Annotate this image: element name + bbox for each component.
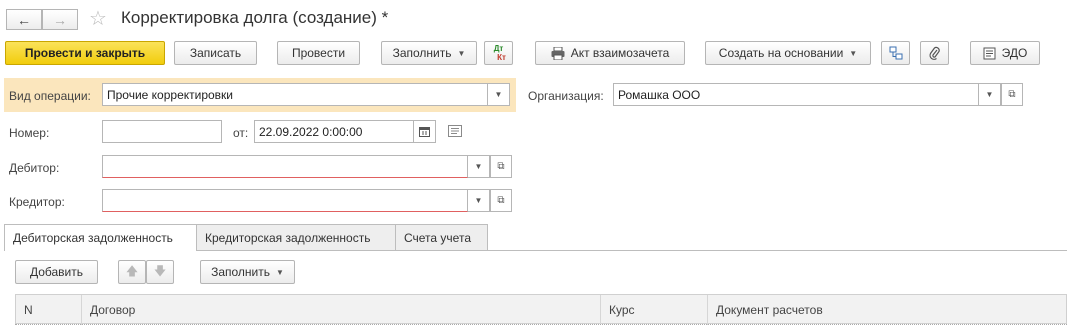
debtor-label: Дебитор:	[9, 161, 60, 175]
offset-act-button[interactable]: Акт взаимозачета	[535, 41, 685, 65]
page-title: Корректировка долга (создание) *	[121, 8, 389, 27]
chevron-down-icon: ▼	[276, 267, 284, 277]
column-header-contract[interactable]: Договор	[82, 295, 601, 325]
organization-open-button[interactable]: ⧉	[1001, 83, 1023, 106]
tab-accounts[interactable]: Счета учета	[395, 224, 488, 250]
tab-creditor-debt[interactable]: Кредиторская задолженность	[196, 224, 396, 250]
open-icon: ⧉	[497, 195, 505, 206]
move-down-button[interactable]: 🡇	[146, 260, 174, 284]
dtkt-icon: Дт Кт	[493, 44, 506, 62]
tab-debtor-debt[interactable]: Дебиторская задолженность	[4, 224, 197, 251]
open-icon: ⧉	[497, 161, 505, 172]
number-field[interactable]	[102, 120, 222, 143]
column-header-settlement-document[interactable]: Документ расчетов	[708, 295, 1066, 325]
date-field[interactable]: 22.09.2022 0:00:00	[254, 120, 414, 143]
paperclip-icon	[928, 46, 941, 60]
arrow-left-icon: ←	[17, 11, 31, 28]
edo-button[interactable]: ЭДО	[970, 41, 1040, 65]
table-header: N Договор Курс Документ расчетов	[15, 294, 1067, 325]
organization-dropdown[interactable]: ▼	[979, 83, 1001, 106]
forward-button[interactable]: →	[42, 9, 78, 30]
operation-type-field[interactable]: Прочие корректировки	[102, 83, 488, 106]
printer-icon	[551, 46, 565, 60]
fill-dropdown-button[interactable]: Заполнить ▼	[381, 41, 477, 65]
operation-type-dropdown[interactable]: ▼	[488, 83, 510, 106]
calendar-button[interactable]	[414, 120, 436, 143]
operation-type-label: Вид операции:	[9, 89, 91, 103]
arrow-right-icon: →	[53, 11, 67, 28]
column-header-rate[interactable]: Курс	[601, 295, 708, 325]
organization-label: Организация:	[528, 89, 604, 103]
attach-button[interactable]	[920, 41, 949, 65]
create-based-on-button[interactable]: Создать на основании ▼	[705, 41, 871, 65]
post-button[interactable]: Провести	[277, 41, 360, 65]
star-icon[interactable]: ☆	[89, 6, 107, 31]
organization-field[interactable]: Ромашка ООО	[613, 83, 979, 106]
edo-icon	[983, 47, 996, 60]
add-row-button[interactable]: Добавить	[15, 260, 98, 284]
save-button[interactable]: Записать	[174, 41, 257, 65]
history-button[interactable]	[448, 125, 462, 137]
debtor-dropdown[interactable]: ▼	[468, 155, 490, 178]
back-button[interactable]: ←	[6, 9, 42, 30]
chevron-down-icon: ▼	[985, 90, 994, 99]
number-label: Номер:	[9, 126, 50, 140]
column-header-number[interactable]: N	[16, 295, 82, 325]
dtkt-button[interactable]: Дт Кт	[484, 41, 513, 65]
creditor-dropdown[interactable]: ▼	[468, 189, 490, 212]
arrow-up-icon: 🡅	[125, 263, 139, 278]
post-and-close-button[interactable]: Провести и закрыть	[5, 41, 165, 65]
chevron-down-icon: ▼	[494, 90, 503, 99]
arrow-down-icon: 🡇	[153, 263, 167, 278]
chevron-down-icon: ▼	[849, 48, 858, 58]
creditor-label: Кредитор:	[9, 195, 65, 209]
chevron-down-icon: ▼	[457, 48, 466, 58]
table-fill-button[interactable]: Заполнить ▼	[200, 260, 295, 284]
chevron-down-icon: ▼	[474, 196, 483, 205]
calendar-icon	[419, 126, 430, 137]
structure-button[interactable]	[881, 41, 910, 65]
creditor-open-button[interactable]: ⧉	[490, 189, 512, 212]
creditor-field[interactable]	[102, 189, 468, 212]
debtor-open-button[interactable]: ⧉	[490, 155, 512, 178]
open-icon: ⧉	[1008, 89, 1016, 100]
history-icon	[448, 125, 462, 137]
date-from-label: от:	[233, 126, 249, 140]
chevron-down-icon: ▼	[474, 162, 483, 171]
move-up-button[interactable]: 🡅	[118, 260, 146, 284]
debtor-field[interactable]	[102, 155, 468, 178]
structure-icon	[889, 46, 903, 60]
table-row-placeholder	[15, 324, 1067, 325]
